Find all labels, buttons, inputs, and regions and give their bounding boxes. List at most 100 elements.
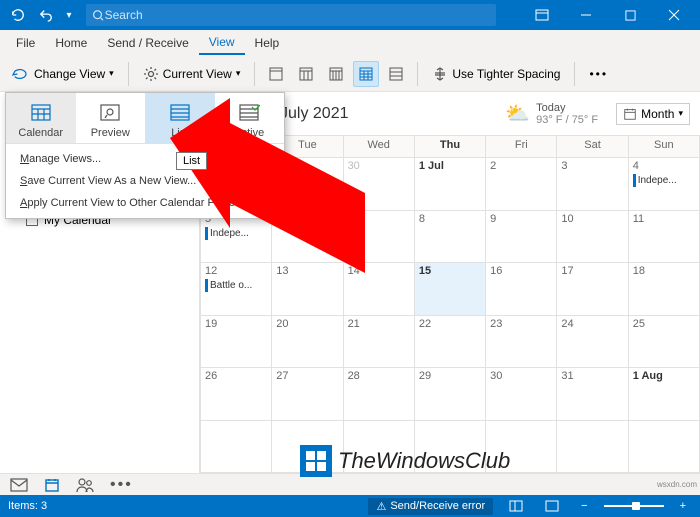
calendar-cell[interactable]: 30 [344,158,415,211]
calendar-event[interactable]: Indepe... [633,174,695,187]
day-number: 24 [561,318,623,330]
calendar-cell[interactable]: 11 [629,211,700,264]
menu-send-receive[interactable]: Send / Receive [97,32,198,54]
calendar-cell[interactable]: 23 [486,316,557,369]
search-input[interactable] [105,8,490,22]
calendar-cell[interactable]: 9 [486,211,557,264]
menu-view[interactable]: View [199,31,245,55]
view-option-preview[interactable]: Preview [76,93,146,143]
calendar-cell[interactable]: 15 [415,263,486,316]
day-view-button[interactable] [263,61,289,87]
calendar-cell[interactable]: 28 [344,368,415,421]
menubar: FileHomeSend / ReceiveViewHelp [0,30,700,56]
calendar-cell[interactable]: 30 [486,368,557,421]
menu-help[interactable]: Help [245,32,290,54]
close-button[interactable] [652,0,696,30]
month-view-button[interactable] [353,61,379,87]
normal-view-icon[interactable] [503,500,529,512]
calendar-cell[interactable] [629,421,700,474]
calendar-cell[interactable]: 16 [486,263,557,316]
day-number: 27 [276,370,338,382]
calendar-cell[interactable]: 2 [486,158,557,211]
send-receive-error[interactable]: ⚠ Send/Receive error [368,498,493,515]
view-selector-button[interactable]: Month ▾ [616,103,690,125]
maximize-button[interactable] [608,0,652,30]
calendar-event[interactable]: Indepe... [205,227,267,240]
weather-widget[interactable]: ⛅ Today 93° F / 75° F [505,101,598,126]
calendar-cell[interactable]: 21 [344,316,415,369]
calendar-nav-icon[interactable] [44,477,60,493]
calendar-cell[interactable]: 4Indepe... [629,158,700,211]
change-view-dropdown: CalendarPreviewListActive Manage Views..… [5,92,285,219]
gear-icon [143,66,159,82]
tooltip: List [176,152,207,170]
people-nav-icon[interactable] [76,477,94,493]
zoom-out-button[interactable]: − [575,500,593,512]
calendar-cell[interactable]: 17 [557,263,628,316]
dropdown-item[interactable]: Manage Views... [6,148,284,170]
day-number: 18 [633,265,695,277]
status-item-count: Items: 3 [8,500,47,512]
view-option-calendar[interactable]: Calendar [6,93,76,143]
menu-home[interactable]: Home [45,32,97,54]
dropdown-item[interactable]: Apply Current View to Other Calendar Fol… [6,192,284,214]
calendar-cell[interactable]: 24 [557,316,628,369]
dropdown-item[interactable]: Save Current View As a New View... [6,170,284,192]
current-view-button[interactable]: Current View ▾ [137,62,247,86]
day-number: 1 Jul [419,160,481,172]
calendar-cell[interactable]: 8 [415,211,486,264]
calendar-cell[interactable] [557,421,628,474]
calendar-cell[interactable]: 10 [557,211,628,264]
view-option-label: Active [217,127,283,139]
calendar-cell[interactable]: 22 [415,316,486,369]
schedule-view-button[interactable] [383,61,409,87]
mail-nav-icon[interactable] [10,478,28,492]
calendar-cell[interactable]: 12Battle o... [201,263,272,316]
more-nav-icon[interactable]: ••• [110,476,133,494]
zoom-slider[interactable] [604,505,664,507]
calendar-cell[interactable]: 13 [272,263,343,316]
refresh-icon[interactable] [4,3,32,27]
undo-icon[interactable] [32,3,60,27]
calendar-cell[interactable]: 31 [557,368,628,421]
day-number: 16 [490,265,552,277]
minimize-button[interactable] [564,0,608,30]
day-number: 13 [276,265,338,277]
view-option-active[interactable]: Active [215,93,285,143]
reading-view-icon[interactable] [539,500,565,512]
calendar-cell[interactable] [201,421,272,474]
calendar-view-icon [8,99,74,125]
calendar-cell[interactable]: 20 [272,316,343,369]
calendar-cell[interactable]: 25 [629,316,700,369]
calendar-cell[interactable]: 18 [629,263,700,316]
calendar-cell[interactable]: 1 Aug [629,368,700,421]
week-view-button[interactable] [323,61,349,87]
ribbon-mode-icon[interactable] [520,0,564,30]
more-commands-button[interactable]: ••• [583,63,614,85]
search-box[interactable] [86,4,496,26]
calendar-cell[interactable]: 19 [201,316,272,369]
calendar-cell[interactable]: 7 [344,211,415,264]
change-view-button[interactable]: Change View ▾ [6,62,120,86]
day-number: 22 [419,318,481,330]
calendar-event[interactable]: Battle o... [205,279,267,292]
calendar-cell[interactable]: 14 [344,263,415,316]
view-option-list[interactable]: List [145,93,215,143]
zoom-in-button[interactable]: + [674,500,692,512]
quick-dropdown-icon[interactable]: ▾ [60,3,78,27]
tighter-spacing-button[interactable]: Use Tighter Spacing [426,62,566,86]
day-number: 6 [276,213,338,225]
watermark-logo [300,445,332,477]
day-number: 2 [490,160,552,172]
watermark-url: wsxdn.com [657,480,697,489]
calendar-cell[interactable]: 29 [415,368,486,421]
calendar-cell[interactable]: 26 [201,368,272,421]
menu-file[interactable]: File [6,32,45,54]
calendar-cell[interactable]: 1 Jul [415,158,486,211]
day-number: 30 [348,160,410,172]
spacing-icon [432,66,448,82]
calendar-cell[interactable]: 27 [272,368,343,421]
tighter-spacing-label: Use Tighter Spacing [452,67,560,81]
calendar-cell[interactable]: 3 [557,158,628,211]
work-week-view-button[interactable] [293,61,319,87]
